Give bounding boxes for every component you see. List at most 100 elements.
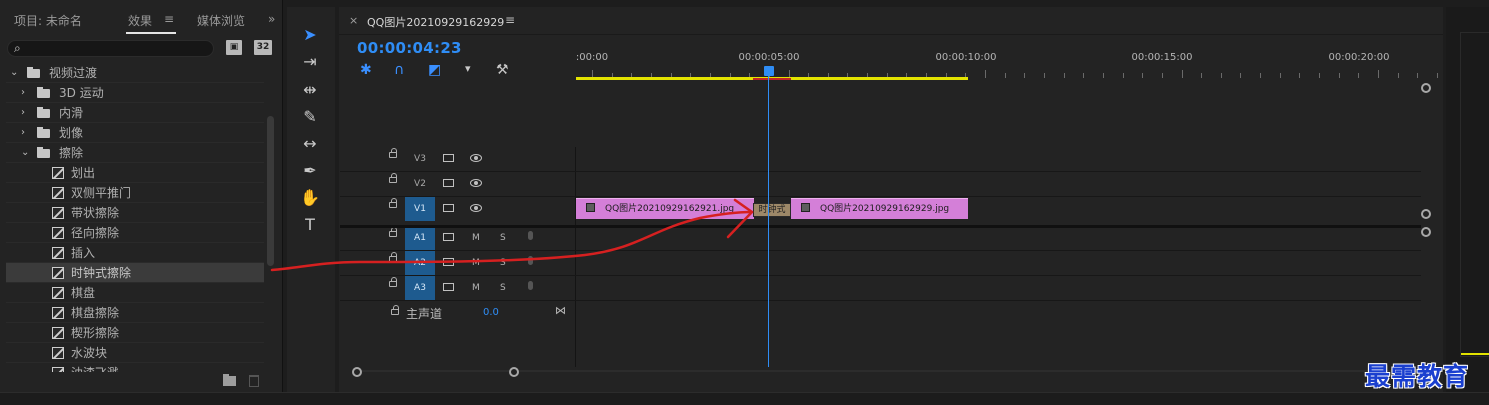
- track-name[interactable]: V1: [405, 197, 435, 221]
- pen-icon[interactable]: ✒: [298, 160, 322, 182]
- tree-folder-video-transitions[interactable]: ⌄ 视频过渡: [6, 63, 264, 83]
- mic-icon[interactable]: [528, 231, 533, 240]
- chevron-right-icon[interactable]: ›: [21, 123, 25, 143]
- tree-effect-item[interactable]: 插入: [6, 243, 264, 263]
- track-area[interactable]: [340, 147, 1421, 367]
- trash-icon[interactable]: [249, 375, 259, 387]
- sync-lock-icon[interactable]: [443, 204, 454, 212]
- sync-lock-icon[interactable]: [443, 233, 454, 241]
- sync-lock-icon[interactable]: [443, 154, 454, 162]
- chevron-right-icon[interactable]: ›: [21, 103, 25, 123]
- hamburger-menu-icon[interactable]: ≡: [164, 12, 174, 26]
- lock-icon[interactable]: [389, 277, 397, 287]
- time-ruler[interactable]: :00:00 00:00:05:00 00:00:10:00 00:00:15:…: [576, 47, 1438, 81]
- ruler-tick: [1338, 73, 1340, 78]
- chevron-down-icon[interactable]: ⌄: [10, 63, 18, 83]
- solo-button[interactable]: S: [500, 226, 506, 250]
- lock-icon[interactable]: [389, 198, 397, 208]
- lock-icon[interactable]: [389, 173, 397, 183]
- mute-button[interactable]: M: [472, 276, 480, 300]
- tab-media-browser[interactable]: 媒体浏览: [197, 12, 245, 29]
- new-bin-icon[interactable]: [223, 374, 236, 386]
- tree-effect-item[interactable]: 水波块: [6, 343, 264, 363]
- track-select-icon[interactable]: ⇥: [298, 51, 322, 73]
- master-volume-value[interactable]: 0.0: [483, 307, 499, 318]
- sync-lock-icon[interactable]: [443, 179, 454, 187]
- ruler-tick: [1043, 73, 1045, 78]
- tree-effect-item[interactable]: 带状擦除: [6, 203, 264, 223]
- tree-effect-item[interactable]: 油漆飞溅: [6, 363, 264, 372]
- track-name[interactable]: V3: [405, 147, 435, 171]
- bowtie-icon[interactable]: ⋈: [555, 304, 566, 317]
- linked-selection-icon[interactable]: ◩: [428, 62, 441, 78]
- hand-icon[interactable]: ✋: [298, 187, 322, 209]
- lock-icon[interactable]: [389, 148, 397, 158]
- sequence-title[interactable]: QQ图片20210929162929: [367, 14, 504, 30]
- clip-name: QQ图片20210929162929.jpg: [820, 204, 950, 214]
- accelerated-effects-icon[interactable]: ▣: [226, 40, 242, 55]
- lock-icon[interactable]: [389, 227, 397, 237]
- timeline-tab[interactable]: × QQ图片20210929162929 ≡: [339, 7, 1443, 35]
- eye-icon[interactable]: [470, 179, 482, 187]
- lock-icon[interactable]: [391, 305, 399, 315]
- tree-label: 时钟式擦除: [71, 266, 132, 280]
- tree-effect-item[interactable]: 径向擦除: [6, 223, 264, 243]
- playhead-timecode[interactable]: 00:00:04:23: [357, 39, 462, 57]
- track-name[interactable]: V2: [405, 172, 435, 196]
- v-scroll-handle[interactable]: [1421, 209, 1431, 219]
- snap-magnet-icon[interactable]: ∩: [394, 62, 404, 78]
- h-scroll-handle[interactable]: [352, 367, 362, 377]
- 32-bit-effects-icon[interactable]: 32: [254, 40, 272, 55]
- tree-effect-item[interactable]: 棋盘擦除: [6, 303, 264, 323]
- solo-button[interactable]: S: [500, 276, 506, 300]
- chevron-right-icon[interactable]: ›: [21, 83, 25, 103]
- playhead-handle[interactable]: [764, 66, 774, 76]
- eye-icon[interactable]: [470, 204, 482, 212]
- close-icon[interactable]: ×: [349, 14, 358, 27]
- tree-effect-item[interactable]: 双侧平推门: [6, 183, 264, 203]
- sync-lock-icon[interactable]: [443, 283, 454, 291]
- hamburger-menu-icon[interactable]: ≡: [505, 13, 515, 27]
- tab-project[interactable]: 项目: 未命名: [14, 12, 82, 29]
- solo-button[interactable]: S: [500, 251, 506, 275]
- mute-button[interactable]: M: [472, 226, 480, 250]
- track-name[interactable]: A2: [405, 251, 435, 275]
- type-icon[interactable]: T: [298, 214, 322, 236]
- chevron-down-icon[interactable]: ⌄: [21, 143, 29, 163]
- tree-effect-item[interactable]: 棋盘: [6, 283, 264, 303]
- video-clip[interactable]: QQ图片20210929162921.jpg: [576, 198, 754, 219]
- video-clip[interactable]: QQ图片20210929162929.jpg: [791, 198, 968, 219]
- mute-button[interactable]: M: [472, 251, 480, 275]
- tree-folder-3d-motion[interactable]: › 3D 运动: [6, 83, 264, 103]
- transition-clip[interactable]: 时钟式: [753, 203, 791, 217]
- track-name[interactable]: A3: [405, 276, 435, 300]
- tree-effect-item[interactable]: 楔形擦除: [6, 323, 264, 343]
- ripple-edit-icon[interactable]: ⇹: [298, 79, 322, 101]
- add-marker-icon[interactable]: ▾: [465, 62, 471, 75]
- track-name[interactable]: A1: [405, 226, 435, 250]
- razor-icon[interactable]: ✎: [298, 106, 322, 128]
- selection-tool-icon[interactable]: ➤: [298, 24, 322, 46]
- v-scroll-handle[interactable]: [1421, 227, 1431, 237]
- tree-folder-slide[interactable]: › 内滑: [6, 103, 264, 123]
- nest-icon[interactable]: ✱: [360, 62, 372, 78]
- tab-effects[interactable]: 效果: [128, 12, 152, 29]
- tree-effect-item[interactable]: 划出: [6, 163, 264, 183]
- wrench-icon[interactable]: ⚒: [496, 62, 509, 78]
- monitor-frame: [1460, 32, 1489, 357]
- tab-overflow-icon[interactable]: »: [268, 12, 275, 26]
- tree-folder-wipe[interactable]: ⌄ 擦除: [6, 143, 264, 163]
- effects-search-input[interactable]: ⌕: [7, 40, 214, 57]
- h-scroll-handle[interactable]: [509, 367, 519, 377]
- v-scroll-handle[interactable]: [1421, 83, 1431, 93]
- mic-icon[interactable]: [528, 256, 533, 265]
- effects-scrollbar[interactable]: [267, 116, 274, 266]
- tree-folder-iris[interactable]: › 划像: [6, 123, 264, 143]
- mic-icon[interactable]: [528, 281, 533, 290]
- slip-icon[interactable]: ↔: [298, 133, 322, 155]
- playhead-line[interactable]: [768, 75, 769, 367]
- sync-lock-icon[interactable]: [443, 258, 454, 266]
- tree-effect-item-selected[interactable]: 时钟式擦除: [6, 263, 264, 283]
- eye-icon[interactable]: [470, 154, 482, 162]
- lock-icon[interactable]: [389, 252, 397, 262]
